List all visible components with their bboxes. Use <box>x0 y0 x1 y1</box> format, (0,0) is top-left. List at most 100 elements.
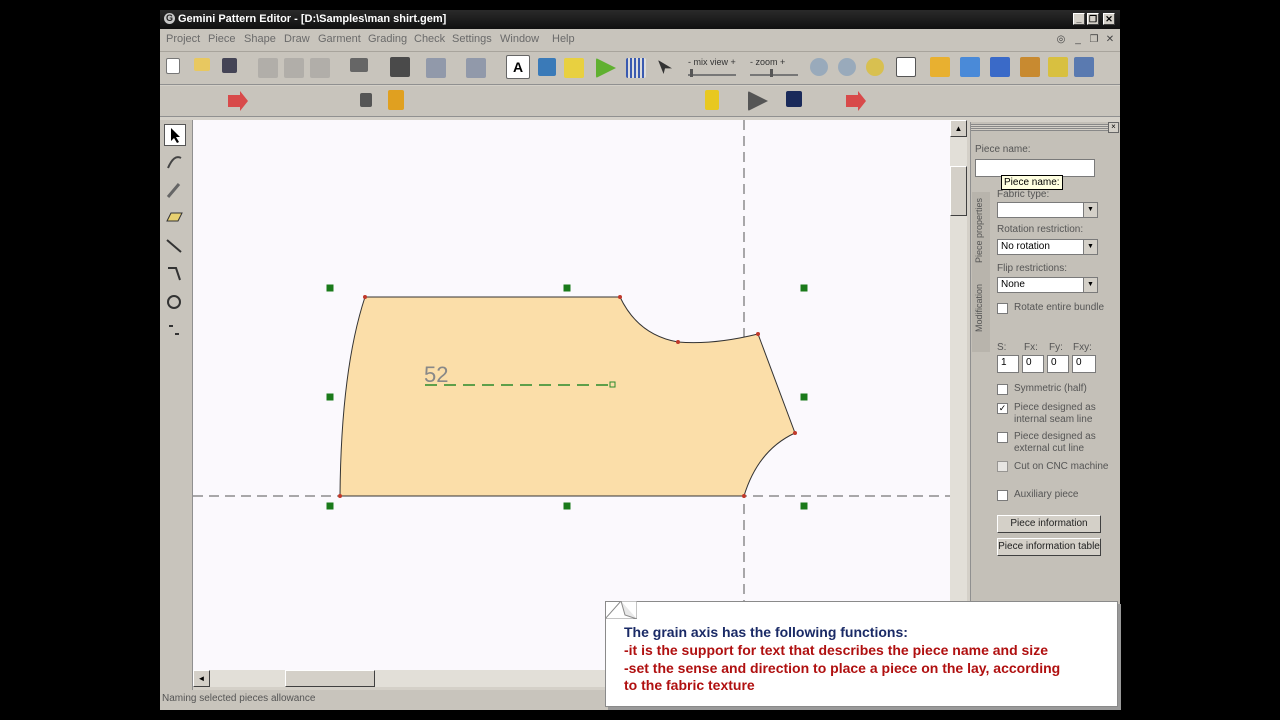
vertical-scrollbar[interactable]: ▲ <box>950 120 967 670</box>
vertical-scroll-thumb[interactable] <box>950 166 967 216</box>
point-select-icon[interactable] <box>164 152 186 174</box>
menu-project[interactable]: Project <box>166 33 200 45</box>
scroll-up-button[interactable]: ▲ <box>950 120 967 137</box>
menu-garment[interactable]: Garment <box>318 33 361 45</box>
maximize-button[interactable]: ❐ <box>1087 13 1099 25</box>
menu-shape[interactable]: Shape <box>244 33 276 45</box>
play-icon[interactable] <box>596 58 616 78</box>
cut-icon[interactable] <box>258 58 278 78</box>
horizontal-scroll-thumb[interactable] <box>285 670 375 687</box>
settings-icon[interactable] <box>1048 57 1068 77</box>
piece-name-label: Piece name: <box>975 144 1031 155</box>
mdi-restore-button[interactable]: ❐ <box>1088 34 1100 46</box>
align-icon[interactable] <box>388 90 404 110</box>
selection-handle[interactable] <box>800 393 808 401</box>
fxy-input[interactable]: 0 <box>1072 355 1096 373</box>
mix-view-knob[interactable] <box>690 69 693 77</box>
new-file-icon[interactable] <box>166 58 180 74</box>
panel-close-button[interactable]: × <box>1108 122 1119 133</box>
color-icon[interactable] <box>786 91 802 107</box>
zoom-out-icon[interactable] <box>838 58 856 76</box>
piece-tool-icon[interactable] <box>164 208 186 230</box>
selection-handle[interactable] <box>326 502 334 510</box>
mirror-icon[interactable] <box>748 91 768 111</box>
menu-window[interactable]: Window <box>500 33 539 45</box>
properties-icon[interactable] <box>960 57 980 77</box>
tab-modification[interactable]: Modification <box>974 284 984 332</box>
undo-icon[interactable] <box>426 58 446 78</box>
rotation-restriction-value: No rotation <box>1001 241 1050 252</box>
flip-restrictions-select[interactable]: None ▼ <box>997 277 1098 293</box>
grid-icon[interactable] <box>626 58 646 78</box>
zoom-slider[interactable] <box>750 74 798 76</box>
mdi-close-button[interactable]: ✕ <box>1104 34 1116 46</box>
copy-icon[interactable] <box>284 58 304 78</box>
corner-tool-icon[interactable] <box>164 264 186 286</box>
selection-handle[interactable] <box>563 284 571 292</box>
cursor-icon[interactable] <box>658 60 672 74</box>
transfer-icon[interactable] <box>990 57 1010 77</box>
mix-view-slider[interactable] <box>688 74 736 76</box>
text-tool-icon[interactable]: A <box>506 55 530 79</box>
external-cut-checkbox[interactable] <box>997 432 1008 443</box>
cnc-checkbox[interactable] <box>997 461 1008 472</box>
menu-settings[interactable]: Settings <box>452 33 492 45</box>
selection-handle[interactable] <box>326 393 334 401</box>
selection-handle[interactable] <box>800 502 808 510</box>
selection-handle[interactable] <box>563 502 571 510</box>
tab-piece-properties[interactable]: Piece properties <box>974 198 984 263</box>
chevron-down-icon[interactable]: ▼ <box>1083 203 1097 217</box>
help-pointer-icon[interactable] <box>1074 57 1094 77</box>
line-tool-icon[interactable] <box>164 236 186 258</box>
redo-icon[interactable] <box>466 58 486 78</box>
fabric-type-select[interactable]: ▼ <box>997 202 1098 218</box>
spiral-tool-icon[interactable] <box>164 292 186 314</box>
rotate-bundle-checkbox[interactable] <box>997 303 1008 314</box>
plot-icon[interactable] <box>390 57 410 77</box>
close-button[interactable]: ✕ <box>1103 13 1115 25</box>
measure-icon[interactable] <box>930 57 950 77</box>
grain-tool-icon[interactable] <box>164 320 186 342</box>
auxiliary-checkbox[interactable] <box>997 490 1008 501</box>
menu-grading[interactable]: Grading <box>368 33 407 45</box>
symmetric-checkbox[interactable] <box>997 384 1008 395</box>
zoom-in-icon[interactable] <box>810 58 828 76</box>
drawing-canvas[interactable]: 52 <box>193 120 950 670</box>
minimize-button[interactable]: _ <box>1073 13 1085 25</box>
menu-help[interactable]: Help <box>552 33 575 45</box>
mdi-minimize-button[interactable]: _ <box>1072 34 1084 46</box>
export-arrow-icon[interactable] <box>846 91 866 111</box>
piece-information-button[interactable]: Piece information <box>997 515 1101 533</box>
save-icon[interactable] <box>222 58 237 73</box>
rotation-restriction-select[interactable]: No rotation ▼ <box>997 239 1098 255</box>
zoom-knob[interactable] <box>770 69 773 77</box>
select-arrow-icon[interactable] <box>164 124 186 146</box>
open-folder-icon[interactable] <box>194 58 210 71</box>
piece-view-icon[interactable] <box>538 58 556 76</box>
internal-seam-checkbox[interactable]: ✓ <box>997 403 1008 414</box>
chevron-down-icon[interactable]: ▼ <box>1083 240 1097 254</box>
paste-icon[interactable] <box>310 58 330 78</box>
selection-handle[interactable] <box>800 284 808 292</box>
lock-icon[interactable] <box>360 93 372 107</box>
flip-arrow-icon[interactable] <box>228 91 248 111</box>
selection-handle[interactable] <box>326 284 334 292</box>
fx-input[interactable]: 0 <box>1022 355 1044 373</box>
piece-information-table-button[interactable]: Piece information table <box>997 538 1101 556</box>
piece-size-label: 52 <box>424 362 448 387</box>
fy-input[interactable]: 0 <box>1047 355 1069 373</box>
pencil-icon[interactable] <box>164 180 186 202</box>
notch-icon[interactable] <box>705 90 719 110</box>
menu-check[interactable]: Check <box>414 33 445 45</box>
panel-grip[interactable] <box>971 124 1119 131</box>
print-icon[interactable] <box>350 58 368 72</box>
s-input[interactable]: 1 <box>997 355 1019 373</box>
menu-piece[interactable]: Piece <box>208 33 236 45</box>
tools-icon[interactable] <box>1020 57 1040 77</box>
chevron-down-icon[interactable]: ▼ <box>1083 278 1097 292</box>
zoom-all-icon[interactable] <box>896 57 916 77</box>
menu-draw[interactable]: Draw <box>284 33 310 45</box>
zoom-window-icon[interactable] <box>866 58 884 76</box>
scroll-left-button[interactable]: ◄ <box>193 670 210 687</box>
layout-icon[interactable] <box>564 58 584 78</box>
